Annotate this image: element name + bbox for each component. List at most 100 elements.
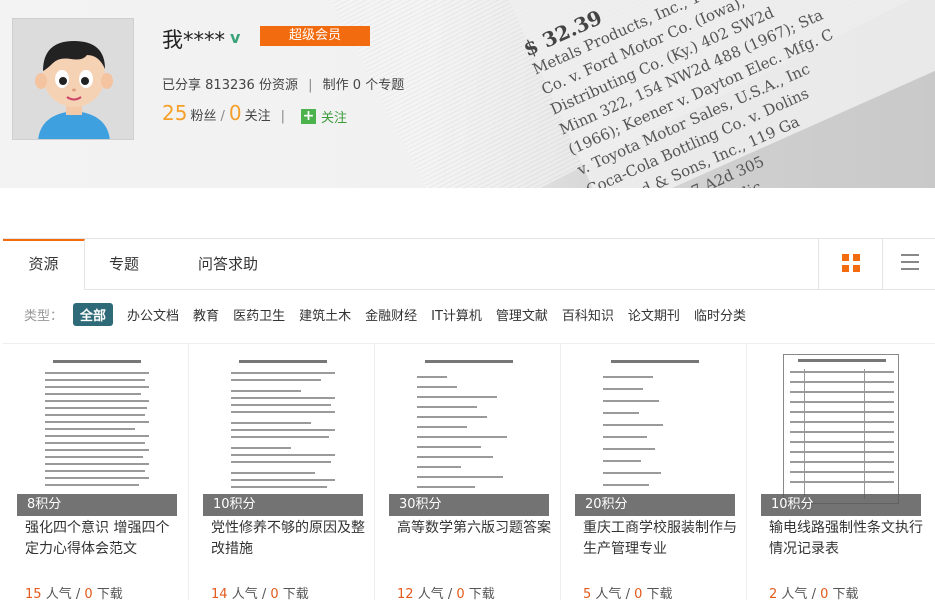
downloads-label: 下载 [282, 587, 309, 600]
downloads-count: 0 [84, 587, 93, 600]
shared-prefix: 已分享 [162, 78, 202, 93]
views-count: 5 [583, 587, 592, 600]
views-label: 人气 [595, 587, 622, 600]
follow-button-label: 关注 [321, 111, 348, 126]
made-prefix: 制作 [322, 78, 349, 93]
views-label: 人气 [231, 587, 258, 600]
tab-bar: 资源 专题 问答求助 [3, 238, 935, 290]
document-page-icon [225, 354, 341, 504]
made-count: 0 [352, 78, 362, 93]
cartoon-boy-avatar-icon [13, 19, 133, 139]
points-badge: 8积分 [17, 494, 177, 516]
document-thumbnail[interactable] [761, 344, 921, 516]
grid-view-toggle[interactable] [818, 239, 882, 290]
resource-grid: 8积分 强化四个意识 增强四个定力心得体会范文 15 人气 / 0 下载 10积 [3, 343, 935, 600]
grid-view-icon [842, 254, 860, 272]
views-count: 2 [769, 587, 778, 600]
filter-medical[interactable]: 医药卫生 [233, 305, 285, 324]
filter-all[interactable]: 全部 [73, 302, 114, 326]
filter-office-docs[interactable]: 办公文档 [127, 305, 179, 324]
tab-topics[interactable]: 专题 [89, 239, 159, 290]
filter-papers[interactable]: 论文期刊 [628, 305, 680, 324]
fans-label[interactable]: 粉丝 [190, 105, 216, 124]
filter-temp[interactable]: 临时分类 [694, 305, 746, 324]
tab-qa[interactable]: 问答求助 [173, 239, 283, 290]
filter-encyclopedia[interactable]: 百科知识 [562, 305, 614, 324]
shared-count: 813236 [205, 78, 255, 93]
profile-banner: $ 32.39 Metals Products, Inc., 147 Co. v… [0, 0, 935, 188]
following-label[interactable]: 关注 [245, 105, 271, 124]
banner-print-text: $ 32.39 Metals Products, Inc., 147 Co. v… [520, 0, 935, 188]
list-view-icon [901, 254, 919, 270]
points-badge: 10积分 [761, 494, 921, 516]
resource-card[interactable]: 30积分 高等数学第六版习题答案 12 人气 / 0 下载 [375, 344, 561, 600]
filter-label: 类型： [24, 308, 64, 324]
resource-title[interactable]: 重庆工商学校服装制作与生产管理专业 [583, 518, 741, 560]
filter-it[interactable]: IT计算机 [431, 305, 482, 324]
resource-title[interactable]: 高等数学第六版习题答案 [397, 518, 555, 539]
resource-card[interactable]: 8积分 强化四个意识 增强四个定力心得体会范文 15 人气 / 0 下载 [3, 344, 189, 600]
follow-divider: | [280, 109, 285, 124]
document-thumbnail[interactable] [575, 344, 735, 516]
fans-slash: / [220, 109, 225, 124]
filter-finance[interactable]: 金融财经 [365, 305, 417, 324]
fans-count[interactable]: 25 [162, 101, 187, 125]
tab-resources[interactable]: 资源 [3, 239, 85, 290]
downloads-label: 下载 [832, 587, 859, 600]
resource-title[interactable]: 输电线路强制性条文执行情况记录表 [769, 518, 927, 560]
meta-slash: / [447, 587, 453, 600]
filter-education[interactable]: 教育 [193, 305, 219, 324]
made-suffix: 个专题 [365, 78, 405, 93]
resource-title[interactable]: 党性修养不够的原因及整改措施 [211, 518, 369, 560]
downloads-count: 0 [270, 587, 279, 600]
following-count[interactable]: 0 [229, 101, 242, 125]
stats-divider: | [308, 78, 313, 93]
views-count: 14 [211, 587, 228, 600]
views-count: 12 [397, 587, 414, 600]
views-count: 15 [25, 587, 42, 600]
views-label: 人气 [417, 587, 444, 600]
points-badge: 20积分 [575, 494, 735, 516]
document-thumbnail[interactable] [389, 344, 549, 516]
resource-stats: 15 人气 / 0 下载 [25, 583, 123, 600]
plus-icon: + [301, 108, 316, 124]
shared-suffix: 份资源 [258, 78, 298, 93]
points-badge: 10积分 [203, 494, 363, 516]
v-check-icon: v [230, 28, 241, 47]
type-filter-bar: 类型： 全部 办公文档 教育 医药卫生 建筑土木 金融财经 IT计算机 管理文献… [24, 302, 760, 326]
username: 我**** [162, 28, 225, 52]
resource-stats: 2 人气 / 0 下载 [769, 583, 859, 600]
downloads-label: 下载 [646, 587, 673, 600]
avatar[interactable] [12, 18, 134, 140]
meta-slash: / [811, 587, 816, 600]
follow-button[interactable]: + 关注 [301, 107, 347, 126]
resource-card[interactable]: 20积分 重庆工商学校服装制作与生产管理专业 5 人气 / 0 下载 [561, 344, 747, 600]
list-view-toggle[interactable] [882, 239, 935, 290]
points-badge: 30积分 [389, 494, 549, 516]
document-thumbnail[interactable] [17, 344, 177, 516]
downloads-label: 下载 [96, 587, 123, 600]
views-label: 人气 [45, 587, 72, 600]
document-page-icon [597, 354, 713, 504]
follow-stats: 25 粉丝 / 0 关注 | + 关注 [162, 101, 347, 126]
meta-slash: / [261, 587, 267, 600]
downloads-count: 0 [820, 587, 829, 600]
downloads-count: 0 [456, 587, 465, 600]
table-document-icon [783, 354, 899, 504]
resource-card[interactable]: 10积分 输电线路强制性条文执行情况记录表 2 人气 / 0 下载 [747, 344, 933, 600]
views-label: 人气 [781, 587, 808, 600]
resource-stats: 12 人气 / 0 下载 [397, 583, 495, 600]
meta-slash: / [625, 587, 630, 600]
downloads-count: 0 [634, 587, 643, 600]
filter-management[interactable]: 管理文献 [496, 305, 548, 324]
share-stats: 已分享 813236 份资源 | 制作 0 个专题 [162, 74, 404, 93]
filter-construction[interactable]: 建筑土木 [299, 305, 351, 324]
resource-stats: 14 人气 / 0 下载 [211, 583, 309, 600]
vip-badge: 超级会员 [260, 26, 370, 46]
meta-slash: / [75, 587, 81, 600]
resource-card[interactable]: 10积分 党性修养不够的原因及整改措施 14 人气 / 0 下载 [189, 344, 375, 600]
resource-title[interactable]: 强化四个意识 增强四个定力心得体会范文 [25, 518, 183, 560]
document-page-icon [411, 354, 527, 504]
document-thumbnail[interactable] [203, 344, 363, 516]
downloads-label: 下载 [468, 587, 495, 600]
